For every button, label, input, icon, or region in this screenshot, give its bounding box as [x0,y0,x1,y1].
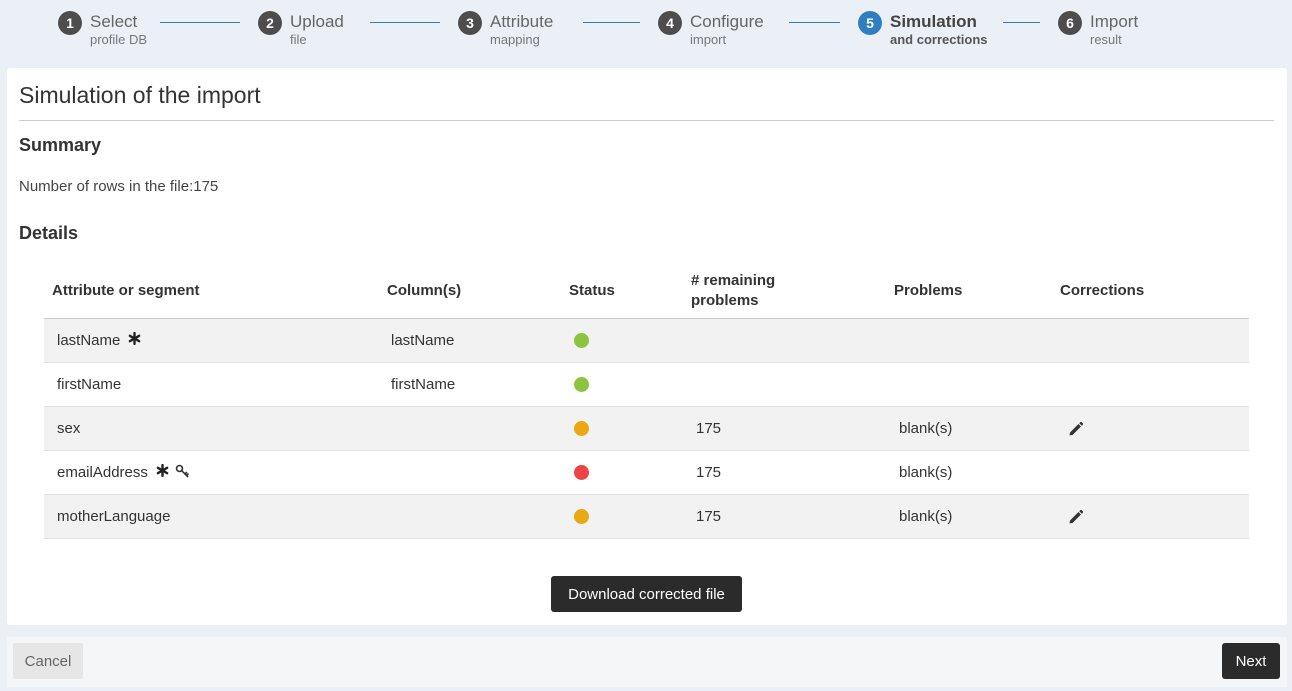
download-corrected-file-button[interactable]: Download corrected file [551,576,742,612]
attribute-name: motherLanguage [57,508,171,525]
step-number: 5 [858,11,882,35]
header-remaining-line2: problems [691,292,759,309]
step-configure-import: 4 Configure import [658,11,764,53]
table-row: firstName firstName [44,363,1249,407]
step-number: 2 [258,11,282,35]
column-cell: lastName [391,332,455,349]
step-connector [370,22,440,23]
step-subtitle: and corrections [890,32,988,47]
attribute-name: emailAddress [57,464,148,481]
table-row: lastName lastName [44,319,1249,363]
step-connector [789,22,840,23]
attribute-cell: motherLanguage [57,495,170,538]
attribute-cell: firstName [57,363,121,406]
corrections-cell [1068,495,1084,538]
status-warning-indicator [574,509,589,524]
problems-cell: blank(s) [899,508,953,525]
remaining-cell: 175 [696,420,722,437]
attribute-name: sex [57,420,81,437]
corrections-cell [1068,407,1084,450]
step-title: Select [90,12,138,31]
wizard-footer: Cancel Next [7,637,1287,687]
header-corrections: Corrections [1060,282,1145,299]
step-connector [583,22,640,23]
header-remaining: # remaining problems [691,271,775,311]
attribute-cell: lastName [57,319,141,362]
header-status: Status [569,282,615,299]
step-number: 1 [58,11,82,35]
step-import-result: 6 Import result [1058,11,1138,53]
step-title: Configure [690,12,764,31]
details-table: Attribute or segment Column(s) Status # … [44,265,1249,539]
attribute-name: firstName [57,376,122,393]
key-icon [175,464,189,482]
title-divider [19,120,1274,121]
step-title: Import [1090,12,1139,31]
attribute-name: lastName [57,332,121,349]
summary-heading: Summary [19,135,102,155]
header-columns: Column(s) [387,282,462,299]
remaining-cell: 175 [696,508,722,525]
status-cell [574,319,589,362]
step-select-profile-db: 1 Select profile DB [58,11,147,53]
step-connector [160,22,240,23]
details-heading: Details [19,223,79,243]
attribute-cell: emailAddress [57,451,189,494]
step-title: Simulation [890,12,977,31]
status-ok-indicator [574,377,589,392]
step-attribute-mapping: 3 Attribute mapping [458,11,553,53]
rows-count-text: Number of rows in the file:175 [19,178,219,195]
step-subtitle: mapping [490,32,540,47]
attribute-cell: sex [57,407,80,450]
asterisk-icon [156,463,169,481]
step-number: 3 [458,11,482,35]
column-cell: firstName [391,376,456,393]
header-remaining-line1: # remaining [691,272,776,289]
step-subtitle: import [690,32,727,47]
status-ok-indicator [574,333,589,348]
header-problems: Problems [894,282,963,299]
step-subtitle: result [1090,32,1122,47]
table-row: emailAddress 175 blank(s) [44,451,1249,495]
simulation-panel: Simulation of the import Summary Number … [7,68,1287,625]
status-warning-indicator [574,421,589,436]
wizard-stepper: 1 Select profile DB 2 Upload file 3 Attr… [0,0,1292,64]
step-subtitle: profile DB [90,32,148,47]
step-subtitle: file [290,32,307,47]
step-number: 4 [658,11,682,35]
table-row: sex 175 blank(s) [44,407,1249,451]
remaining-cell: 175 [696,464,722,481]
step-number: 6 [1058,11,1082,35]
step-title: Upload [290,12,344,31]
pencil-icon[interactable] [1068,421,1084,437]
table-row: motherLanguage 175 blank(s) [44,495,1249,539]
asterisk-icon [128,331,141,349]
cancel-button[interactable]: Cancel [13,643,83,679]
next-button[interactable]: Next [1222,643,1280,679]
problems-cell: blank(s) [899,420,953,437]
page-title: Simulation of the import [19,82,261,108]
table-header: Attribute or segment Column(s) Status # … [44,265,1249,319]
step-upload-file: 2 Upload file [258,11,344,53]
step-title: Attribute [490,12,554,31]
status-cell [574,495,589,538]
pencil-icon[interactable] [1068,509,1084,525]
step-connector [1003,22,1040,23]
status-cell [574,407,589,450]
status-error-indicator [574,465,589,480]
header-attribute: Attribute or segment [52,282,200,299]
step-simulation-active: 5 Simulation and corrections [858,11,988,53]
status-cell [574,451,589,494]
status-cell [574,363,589,406]
problems-cell: blank(s) [899,464,953,481]
